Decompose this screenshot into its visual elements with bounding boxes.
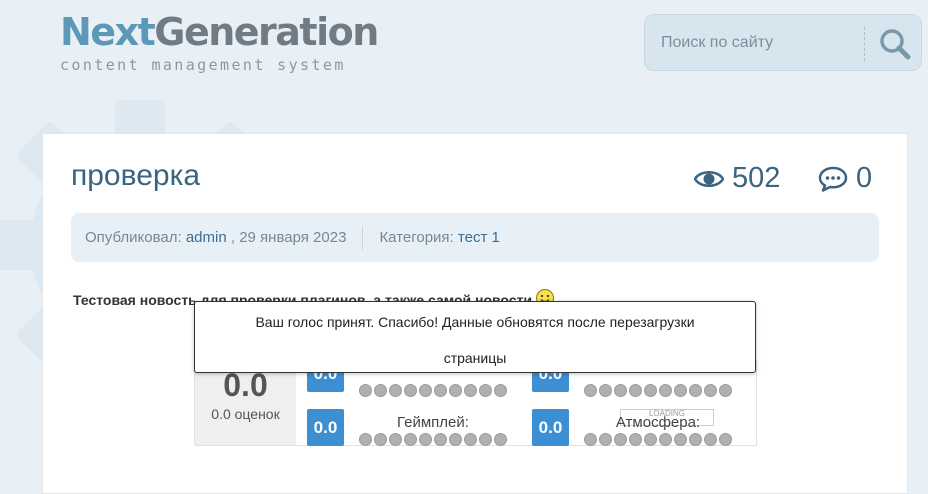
rating-dot[interactable] [674,384,687,397]
rating-dot[interactable] [614,433,627,446]
category-link[interactable]: тест 1 [458,229,500,246]
rating-dot[interactable] [479,433,492,446]
rating-dot[interactable] [449,384,462,397]
rating-dot[interactable] [629,384,642,397]
search-button[interactable] [877,26,913,62]
rating-dot[interactable] [689,384,702,397]
comment-icon [818,166,848,192]
rating-dot[interactable] [494,433,507,446]
rating-dot[interactable] [434,433,447,446]
search-divider [864,27,865,61]
rating-dot[interactable] [704,433,717,446]
rating-dot[interactable] [479,384,492,397]
logo-title: NextGeneration [60,10,379,54]
rating-dot[interactable] [419,384,432,397]
article-meta: Опубликовал: admin , 29 января 2023 Кате… [71,213,879,262]
rating-dot[interactable] [359,384,372,397]
rating-dot[interactable] [584,433,597,446]
rating-dot[interactable] [689,433,702,446]
article-title[interactable]: проверка [71,159,200,193]
rating-dot[interactable] [434,384,447,397]
rating-dot[interactable] [389,433,402,446]
rating-dot[interactable] [464,433,477,446]
rating-dot[interactable] [404,433,417,446]
rating-dot[interactable] [389,384,402,397]
site-logo[interactable]: NextGeneration content management system [60,10,379,74]
rating-dot[interactable] [374,384,387,397]
search-input[interactable] [661,34,861,52]
vote-notification-popup[interactable]: Ваш голос принят. Спасибо! Данные обновя… [194,301,756,373]
eye-icon [694,170,724,187]
criterion-score-gameplay: 0.0 [307,409,344,446]
rating-dot[interactable] [449,433,462,446]
rating-dot[interactable] [494,384,507,397]
rating-dot[interactable] [419,433,432,446]
rating-dot[interactable] [614,384,627,397]
rating-dot[interactable] [374,433,387,446]
rating-dot[interactable] [659,384,672,397]
category-label: Категория: [379,229,454,246]
rating-dot[interactable] [359,433,372,446]
rating-dot[interactable] [719,384,732,397]
comments-counter[interactable]: 0 [818,162,872,195]
rating-dot[interactable] [599,433,612,446]
criterion-label-gameplay: Геймплей: [397,414,469,431]
rating-dot[interactable] [584,384,597,397]
rating-dot[interactable] [404,384,417,397]
criterion-rating-dots-gameplay[interactable] [359,433,507,446]
views-counter: 502 [694,162,780,195]
search-icon [880,29,911,60]
comments-count: 0 [856,162,873,194]
meta-divider [362,225,364,250]
rating-dot[interactable] [464,384,477,397]
rating-total: 0.0 0.0 оценок [195,361,296,445]
criterion-rating-dots[interactable] [359,384,507,397]
rating-dot[interactable] [704,384,717,397]
criterion-score-atmosphere: 0.0 [532,409,569,446]
rating-dot[interactable] [659,433,672,446]
logo-part-generation: Generation [154,10,379,54]
criterion-rating-dots[interactable] [584,384,732,397]
criterion-label-atmosphere: Атмосфера: [615,414,701,431]
rating-votes-count: 0.0 оценок [211,406,280,422]
rating-dot[interactable] [674,433,687,446]
criterion-rating-dots-atmosphere[interactable] [584,433,732,446]
views-count: 502 [732,162,781,194]
rating-dot[interactable] [599,384,612,397]
vote-notification-message: Ваш голос принят. Спасибо! Данные обновя… [255,314,695,366]
logo-part-next: Next [60,10,156,54]
rating-dot[interactable] [629,433,642,446]
rating-dot[interactable] [644,384,657,397]
publish-date: , 29 января 2023 [230,229,347,246]
rating-dot[interactable] [644,433,657,446]
search-box [644,14,922,71]
published-label: Опубликовал: [85,229,182,246]
logo-tagline: content management system [60,56,346,74]
rating-dot[interactable] [719,433,732,446]
author-link[interactable]: admin [186,229,227,246]
